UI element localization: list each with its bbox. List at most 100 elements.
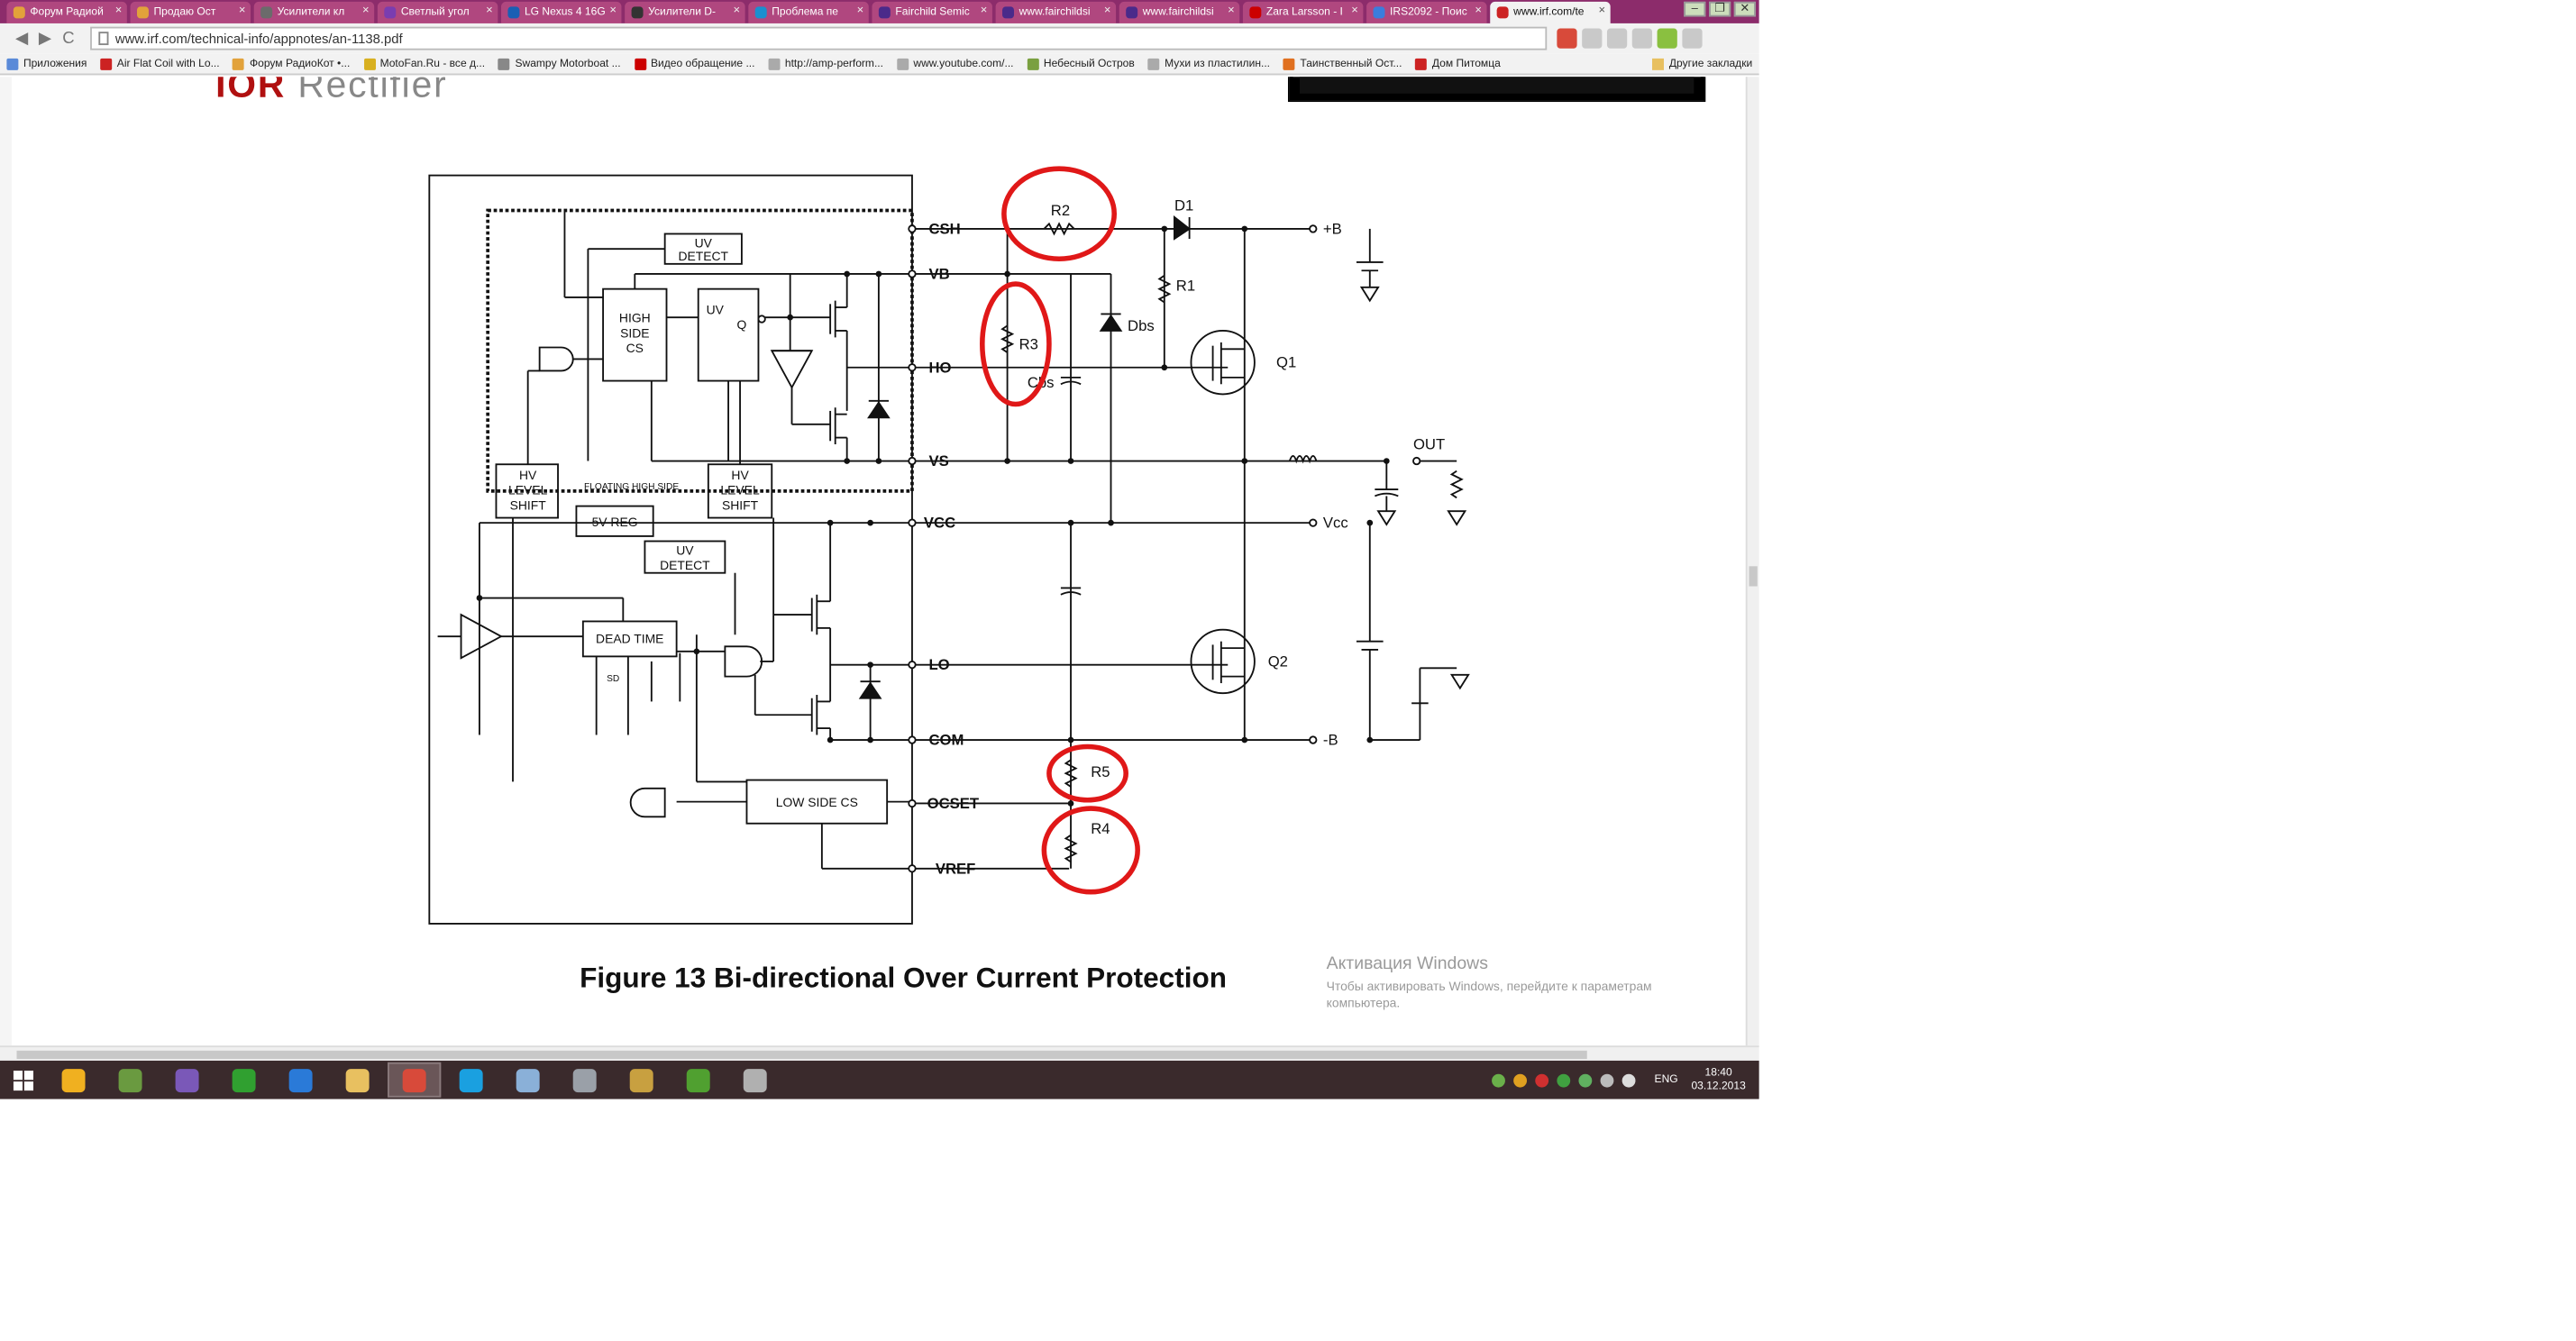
taskbar-app-skype[interactable] (444, 1063, 498, 1098)
visual-studio-icon (175, 1068, 199, 1092)
taskbar-app-visual-studio[interactable] (160, 1063, 214, 1098)
q2-label: Q2 (1268, 653, 1288, 670)
browser-tab[interactable]: www.fairchildsi × (995, 1, 1117, 23)
star-icon[interactable] (1606, 28, 1628, 49)
minimize-button[interactable]: – (1684, 1, 1706, 17)
browser-tab[interactable]: www.fairchildsi × (1119, 1, 1240, 23)
start-button[interactable] (0, 1061, 47, 1099)
tab-label: Светлый угол (400, 6, 470, 19)
browser-tab[interactable]: Светлый угол × (377, 1, 498, 23)
tab-close-icon[interactable]: × (362, 5, 370, 17)
bookmark-item[interactable]: Таинственный Ост... (1283, 57, 1402, 69)
pin-vs: VS (928, 452, 948, 470)
bookmark-item[interactable]: Swampy Motorboat ... (498, 57, 621, 69)
clock-time: 18:40 (1704, 1066, 1732, 1079)
tab-close-icon[interactable]: × (486, 5, 493, 17)
bookmark-label: Небесный Остров (1043, 57, 1135, 69)
tab-close-icon[interactable]: × (115, 5, 123, 17)
bookmark-item[interactable]: Форум РадиоКот •... (233, 57, 350, 69)
tab-close-icon[interactable]: × (1475, 5, 1482, 17)
browser-tab[interactable]: Усилители D- × (625, 1, 745, 23)
pin-vb: VB (928, 266, 949, 283)
other-bookmarks[interactable]: Другие закладки (1652, 58, 1752, 70)
browser-tab[interactable]: IRS2092 - Поис × (1366, 1, 1487, 23)
tab-favicon-icon (260, 6, 273, 19)
taskbar-app-explorer[interactable] (331, 1063, 384, 1098)
taskbar-app-avast[interactable] (47, 1063, 100, 1098)
clock[interactable]: 18:40 03.12.2013 (1691, 1066, 1745, 1093)
forward-button[interactable]: ▶ (33, 29, 57, 47)
bookmark-item[interactable]: Дом Питомца (1415, 57, 1501, 69)
bookmark-item[interactable]: MotoFan.Ru - все д... (363, 57, 486, 69)
tray-icon[interactable] (1513, 1072, 1528, 1087)
browser-tab[interactable]: Fairchild Semic × (872, 1, 992, 23)
volume-icon[interactable] (1622, 1072, 1637, 1087)
tab-close-icon[interactable]: × (733, 5, 740, 17)
dead-time-label: DEAD TIME (596, 632, 663, 646)
restore-button[interactable]: ❐ (1709, 1, 1731, 17)
horizontal-scrollbar[interactable] (0, 1045, 1759, 1061)
bookmark-item[interactable]: Небесный Остров (1027, 57, 1135, 69)
tab-close-icon[interactable]: × (1104, 5, 1111, 17)
tray-icon[interactable] (1535, 1072, 1549, 1087)
close-window-button[interactable]: ✕ (1733, 1, 1756, 17)
translate-icon[interactable] (1582, 28, 1603, 49)
tab-close-icon[interactable]: × (1351, 5, 1358, 17)
hv-level-shift-right-label: SHIFT (722, 497, 759, 512)
settings-icon[interactable] (1682, 28, 1703, 49)
pin-lo: LO (928, 656, 949, 673)
tab-label: IRS2092 - Поис (1390, 6, 1467, 19)
bookmark-label: Air Flat Coil with Lo... (116, 57, 220, 69)
taskbar-app-frog[interactable] (104, 1063, 157, 1098)
taskbar-app-utorrent[interactable] (671, 1063, 725, 1098)
browser-tab[interactable]: www.irf.com/te × (1490, 1, 1611, 23)
taskbar-app-chrome[interactable] (387, 1062, 442, 1098)
bookmark-item[interactable]: www.youtube.com/... (896, 57, 1014, 69)
clock-date: 03.12.2013 (1691, 1080, 1746, 1092)
tray-icon[interactable] (1579, 1072, 1593, 1087)
tab-close-icon[interactable]: × (609, 5, 617, 17)
bookmark-label: Видео обращение ... (651, 57, 755, 69)
bookmark-label: Приложения (23, 57, 87, 69)
taskbar-app-notepad[interactable] (501, 1063, 554, 1098)
tab-close-icon[interactable]: × (1228, 5, 1235, 17)
language-indicator[interactable]: ENG (1655, 1074, 1678, 1086)
reload-button[interactable]: C (57, 29, 80, 47)
taskbar-app-green-app[interactable] (217, 1063, 270, 1098)
taskbar-app-internet-explorer[interactable] (274, 1063, 327, 1098)
address-bar[interactable]: www.irf.com/technical-info/appnotes/an-1… (90, 26, 1548, 50)
browser-tab[interactable]: LG Nexus 4 16G × (501, 1, 622, 23)
tab-label: www.fairchildsi (1019, 6, 1091, 19)
bookmark-icon (768, 57, 781, 69)
tray-icon[interactable] (1601, 1072, 1615, 1087)
browser-tab[interactable]: Продаю Ост × (130, 1, 251, 23)
bookmark-item[interactable]: http://amp-perform... (768, 57, 883, 69)
taskbar-app-app-grey[interactable] (728, 1063, 781, 1098)
tab-close-icon[interactable]: × (1599, 5, 1606, 17)
bookmark-label: MotoFan.Ru - все д... (379, 57, 486, 69)
tab-close-icon[interactable]: × (239, 5, 246, 17)
bookmark-item[interactable]: Мухи из пластилин... (1147, 57, 1270, 69)
bookmark-item[interactable]: Приложения (6, 57, 87, 69)
browser-tab[interactable]: Zara Larsson - I × (1242, 1, 1364, 23)
browser-tab[interactable]: Усилители кл × (253, 1, 375, 23)
extension-icon[interactable] (1557, 28, 1577, 49)
vertical-scroll-thumb[interactable] (1749, 566, 1758, 587)
horizontal-scroll-thumb[interactable] (16, 1050, 1587, 1060)
tab-close-icon[interactable]: × (857, 5, 864, 17)
bookmark-item[interactable]: Видео обращение ... (634, 57, 755, 69)
uv-label: UV (707, 302, 725, 316)
menu-icon[interactable] (1631, 28, 1653, 49)
extension-icon[interactable] (1657, 28, 1677, 49)
browser-tab[interactable]: Форум Радиой × (6, 1, 127, 23)
tray-icon[interactable] (1557, 1072, 1571, 1087)
browser-tab[interactable]: Проблема пе × (748, 1, 869, 23)
tray-icon[interactable] (1492, 1072, 1506, 1087)
bookmark-item[interactable]: Air Flat Coil with Lo... (100, 57, 220, 69)
tab-close-icon[interactable]: × (981, 5, 988, 17)
tab-label: www.fairchildsi (1142, 6, 1214, 19)
taskbar-app-calculator[interactable] (615, 1063, 668, 1098)
back-button[interactable]: ◀ (10, 29, 33, 47)
taskbar-app-settings[interactable] (558, 1063, 611, 1098)
vertical-scrollbar[interactable] (1745, 77, 1759, 1046)
